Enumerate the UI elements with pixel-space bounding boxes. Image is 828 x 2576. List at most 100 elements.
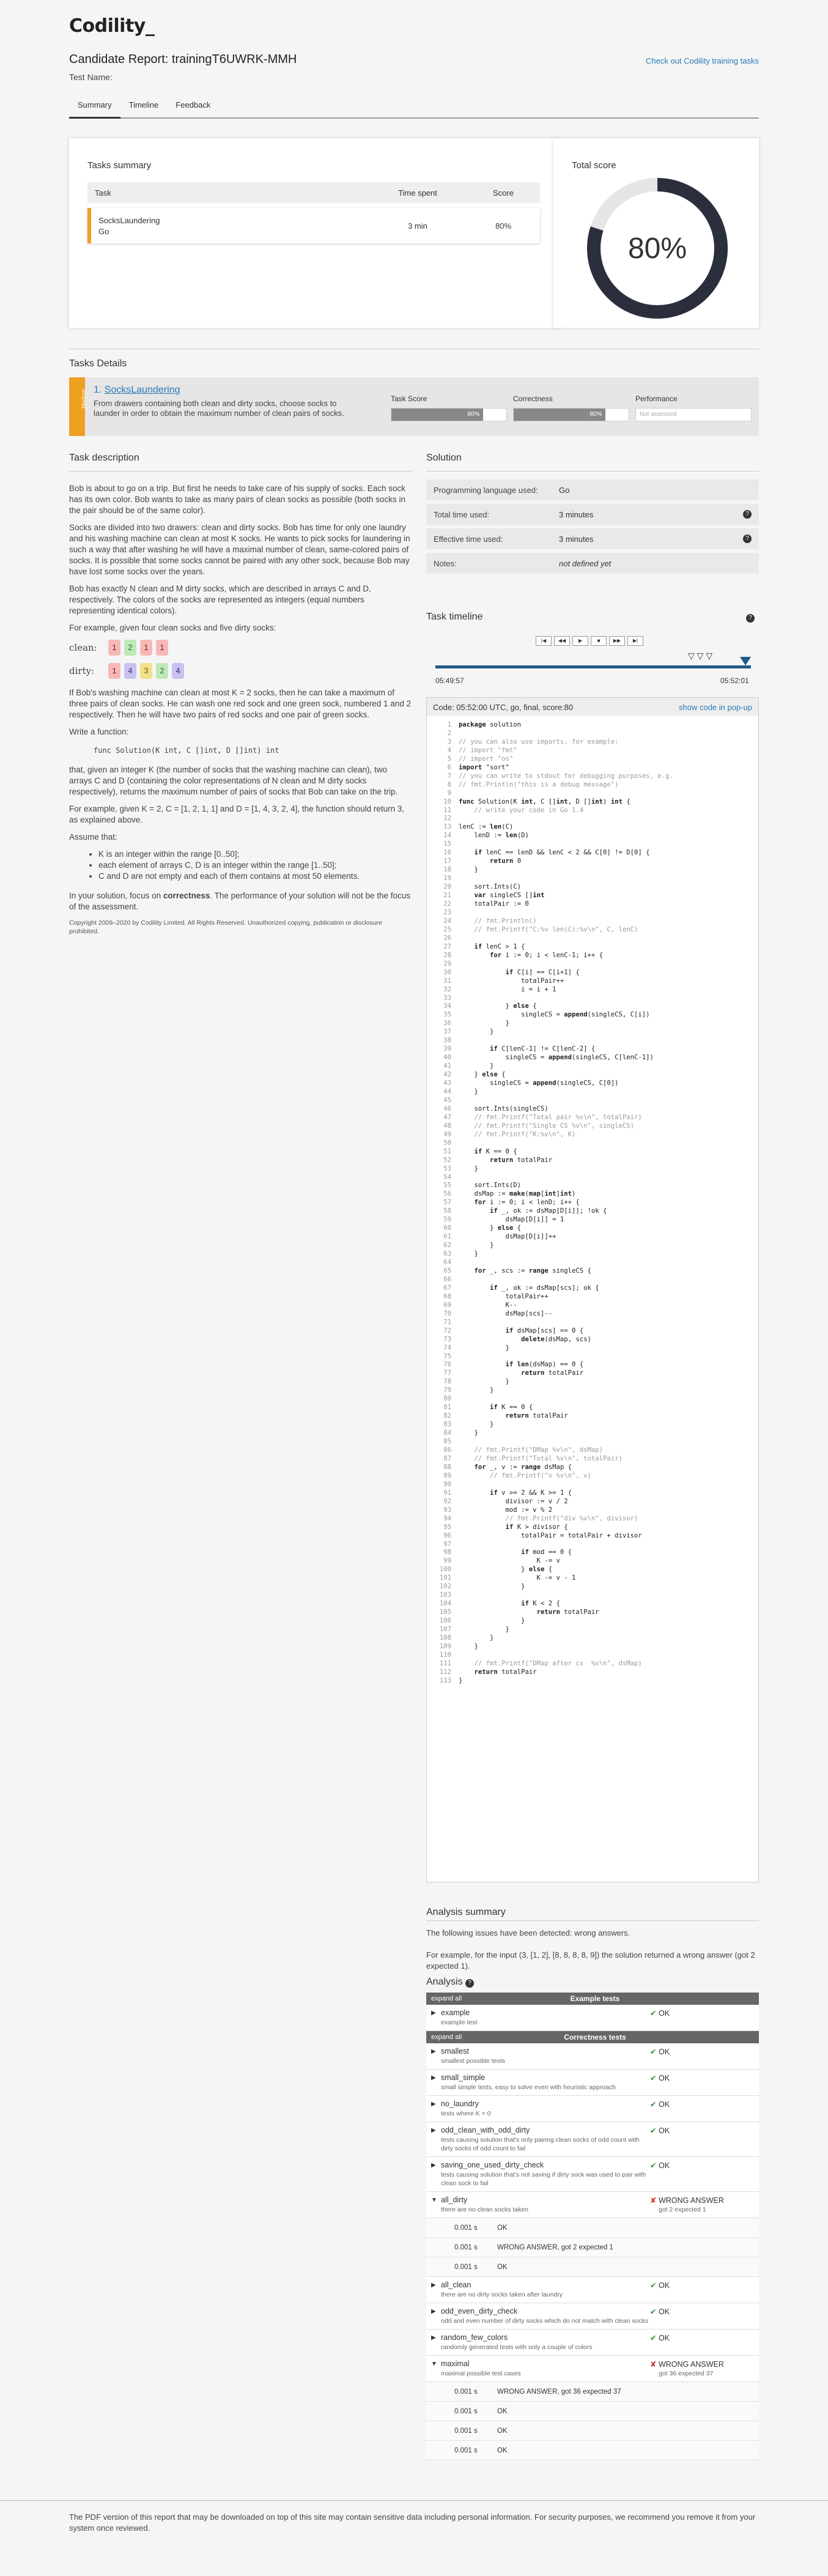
expand-all-button[interactable]: expand all — [431, 2034, 480, 2041]
total-score-title: Total score — [572, 160, 616, 171]
total-score-card: Total score 80% — [553, 138, 759, 328]
sock: 1 — [156, 640, 168, 656]
task-score: 80% — [495, 221, 512, 231]
check-icon: ✔ — [650, 2100, 657, 2109]
task-bar: Medium 1. SocksLaundering From drawers c… — [69, 377, 759, 436]
language-value: Go — [559, 485, 570, 495]
task-title-link[interactable]: SocksLaundering — [105, 385, 180, 395]
help-icon[interactable]: ? — [746, 614, 755, 623]
timeline-start: 05:49:57 — [435, 676, 464, 685]
assumption: each element of arrays C, D is an intege… — [98, 860, 412, 871]
effective-time-value: 3 minutes — [559, 534, 594, 544]
sock: 4 — [124, 663, 136, 679]
forward-icon[interactable]: ▶▶ — [609, 636, 625, 646]
check-icon: ✔ — [650, 2126, 657, 2135]
rewind-icon[interactable]: ◀◀ — [554, 636, 570, 646]
analysis-summary-title: Analysis summary — [426, 1907, 506, 1917]
expanded-triangle-icon[interactable]: ▼ — [431, 2196, 441, 2214]
check-icon: ✔ — [650, 2048, 657, 2056]
cross-icon: ✘ — [650, 2196, 657, 2205]
test-row[interactable]: ▶ smallest smallest possible tests ✔ OK — [426, 2043, 759, 2070]
desc-p7: that, given an integer K (the number of … — [69, 765, 398, 796]
stop-icon[interactable]: ■ — [591, 636, 607, 646]
test-row[interactable]: ▶ random_few_colors randomly generated tes… — [426, 2330, 759, 2356]
subtest-result: OK — [497, 2263, 508, 2271]
last-icon[interactable]: ▶| — [627, 636, 643, 646]
test-desc: example test — [441, 2019, 478, 2026]
task-time: 3 min — [408, 221, 427, 231]
source-code: 1 package solution 2 3// you can also use… — [439, 721, 673, 1684]
help-icon[interactable]: ? — [465, 1979, 475, 1988]
analysis-table: expand all Example tests ▶ example example … — [426, 1993, 759, 2460]
expand-triangle-icon[interactable]: ▶ — [431, 2281, 441, 2299]
subtest-row: 0.001 s OK — [426, 2402, 759, 2421]
sock: 1 — [140, 640, 152, 656]
test-row[interactable]: ▼ all_dirty there are no clean socks taken… — [426, 2192, 759, 2218]
expand-triangle-icon[interactable]: ▶ — [431, 2333, 441, 2352]
expand-triangle-icon[interactable]: ▶ — [431, 2073, 441, 2092]
test-detail: got 2 expected 1 — [659, 2206, 706, 2213]
function-signature: func Solution(K int, C []int, D []int) i… — [94, 746, 279, 755]
test-row[interactable]: ▶ odd_clean_with_odd_dirty tests causing s… — [426, 2122, 759, 2157]
expand-triangle-icon[interactable]: ▶ — [431, 2126, 441, 2153]
assumption: C and D are not empty and each of them c… — [98, 871, 412, 882]
expand-triangle-icon[interactable]: ▶ — [431, 2307, 441, 2325]
test-name: all_dirty — [441, 2196, 468, 2204]
expanded-triangle-icon[interactable]: ▼ — [431, 2359, 441, 2378]
subtest-time: 0.001 s — [454, 2407, 478, 2415]
sock: 3 — [140, 663, 152, 679]
task-summary: From drawers containing both clean and d… — [94, 399, 344, 418]
subtest-result: OK — [497, 2427, 508, 2435]
timeline-controls: |◀ ◀◀ ▶ ■ ▶▶ ▶| — [536, 636, 643, 646]
expand-triangle-icon[interactable]: ▶ — [431, 2161, 441, 2188]
timeline-slider[interactable] — [435, 665, 751, 668]
test-result: WRONG ANSWER — [658, 2196, 724, 2205]
performance-bar: Not assessed — [635, 408, 752, 421]
test-name-label: Test Name: — [69, 72, 113, 82]
popup-link[interactable]: show code in pop-up — [679, 703, 752, 712]
sock: 2 — [124, 640, 136, 656]
difficulty-badge: Medium — [81, 389, 87, 409]
tab-feedback[interactable]: Feedback — [167, 94, 219, 117]
tab-timeline[interactable]: Timeline — [120, 94, 168, 117]
tab-summary[interactable]: Summary — [69, 94, 120, 119]
test-row[interactable]: ▶ odd_even_dirty_check odd and even number… — [426, 2303, 759, 2330]
first-icon[interactable]: |◀ — [536, 636, 552, 646]
code-panel: Code: 05:52:00 UTC, go, final, score: 80… — [426, 697, 759, 1882]
expand-all-button[interactable]: expand all — [431, 1995, 480, 2002]
help-icon[interactable]: ? — [743, 535, 752, 543]
test-name: maximal — [441, 2359, 470, 2368]
correctness-label: Correctness — [513, 394, 553, 403]
expand-triangle-icon[interactable]: ▶ — [431, 2047, 441, 2065]
score-ring: 80% — [587, 178, 728, 319]
sock: 2 — [156, 663, 168, 679]
play-icon[interactable]: ▶ — [572, 636, 588, 646]
summary-table-header: Task Time spent Score — [87, 182, 540, 203]
summary-task-row[interactable]: SocksLaundering Go 3 min 80% — [87, 208, 540, 243]
correctness-tests-header: Correctness tests — [564, 2033, 626, 2041]
subtest-row: 0.001 s OK — [426, 2441, 759, 2460]
test-desc: smallest possible tests — [441, 2057, 506, 2065]
check-icon: ✔ — [650, 2334, 657, 2342]
help-icon[interactable]: ? — [743, 510, 752, 519]
test-desc: odd and even number of dirty socks which… — [441, 2317, 649, 2325]
training-link[interactable]: Check out Codility training tasks — [646, 56, 759, 65]
test-row[interactable]: ▼ maximal maximal possible test cases ✘ WRO… — [426, 2356, 759, 2382]
check-icon: ✔ — [650, 2308, 657, 2316]
test-row[interactable]: ▶ no_laundry tests where K = 0 ✔ OK — [426, 2096, 759, 2122]
clean-socks: clean: 1 2 1 1 — [69, 640, 412, 656]
test-result: OK — [658, 2100, 670, 2109]
test-row[interactable]: ▶ example example test ✔ OK — [426, 2005, 759, 2031]
task-number: 1. — [94, 385, 102, 395]
expand-triangle-icon[interactable]: ▶ — [431, 2008, 441, 2027]
subtest-time: 0.001 s — [454, 2427, 478, 2435]
test-row[interactable]: ▶ small_simple small simple tests, easy to… — [426, 2070, 759, 2096]
test-result: OK — [658, 2048, 670, 2056]
subtest-time: 0.001 s — [454, 2388, 478, 2396]
report-id: trainingT6UWRK-MMH — [171, 53, 297, 66]
test-row[interactable]: ▶ saving_one_used_dirty_check tests causin… — [426, 2157, 759, 2192]
test-row[interactable]: ▶ all_clean there are no dirty socks taken… — [426, 2277, 759, 2303]
timeline-handle[interactable] — [740, 657, 751, 665]
expand-triangle-icon[interactable]: ▶ — [431, 2100, 441, 2118]
test-desc: there are no dirty socks taken after lau… — [441, 2291, 563, 2298]
